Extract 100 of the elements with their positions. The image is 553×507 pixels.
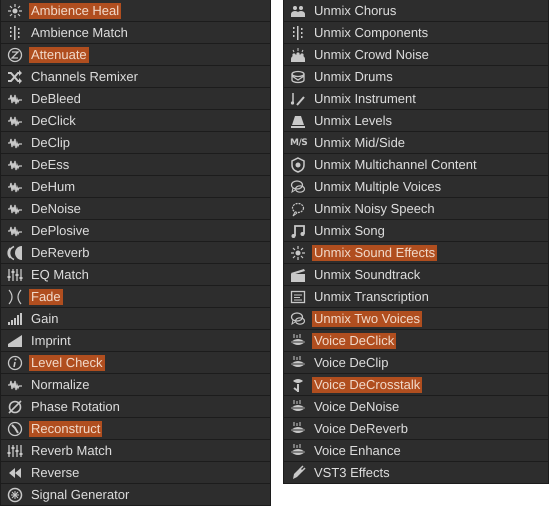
effect-row[interactable]: Unmix Multiple Voices [284,176,548,198]
effect-name: Unmix Multiple Voices [313,178,442,194]
effect-name: Unmix Multichannel Content [313,156,478,172]
effect-name: Unmix Transcription [313,288,430,304]
effect-row[interactable]: Ambience Heal [1,0,270,22]
effect-name: DeBleed [30,90,82,106]
effect-row[interactable]: Unmix Song [284,220,548,242]
speech-bubbles-icon [290,178,306,194]
effect-name: Unmix Drums [313,68,394,84]
effect-row[interactable]: Voice Enhance [284,440,548,462]
effect-row[interactable]: EQ Match [1,264,270,286]
effect-row[interactable]: Unmix Transcription [284,286,548,308]
effect-name: Voice DeReverb [313,420,409,436]
effect-row[interactable]: Reverse [1,462,270,484]
effect-row[interactable]: DeNoise [1,198,270,220]
effect-name: Ambience Match [30,24,129,40]
effect-row[interactable]: Unmix Two Voices [284,308,548,330]
effect-name: Channels Remixer [30,68,139,84]
effect-row[interactable]: Voice DeReverb [284,418,548,440]
effect-row[interactable]: Channels Remixer [1,66,270,88]
effect-row[interactable]: Voice DeClick [284,330,548,352]
empty-set-icon [7,398,23,414]
effect-name: Voice DeClick [312,332,396,348]
effect-row[interactable]: DeEss [1,154,270,176]
effect-row[interactable]: M/S Unmix Mid/Side [284,132,548,154]
effect-row[interactable]: Reconstruct [1,418,270,440]
effect-row[interactable]: Unmix Sound Effects [284,242,548,264]
effect-name: EQ Match [30,266,90,282]
effect-row[interactable]: DeReverb [1,242,270,264]
effect-row[interactable]: Unmix Drums [284,66,548,88]
effect-name: Unmix Chorus [313,2,398,18]
circle-icon [7,486,23,502]
effect-name: DeClip [30,134,72,150]
effect-name: Unmix Noisy Speech [313,200,436,216]
effect-row[interactable]: Unmix Levels [284,110,548,132]
effect-name: VST3 Effects [313,464,391,480]
effect-row[interactable]: Attenuate [1,44,270,66]
music-note-icon [290,222,306,238]
effect-row[interactable]: DeClick [1,110,270,132]
effect-row[interactable]: Imprint [1,330,270,352]
effect-name: Ambience Heal [29,2,122,18]
document-icon [290,288,306,304]
effect-row[interactable]: DeClip [1,132,270,154]
effect-row[interactable]: Unmix Crowd Noise [284,44,548,66]
speech-bubble-icon [290,200,306,216]
effect-name: Signal Generator [30,486,130,502]
ms-icon: M/S [290,138,306,148]
bars-icon [7,310,23,326]
effect-name: Voice DeClip [313,354,390,370]
effect-row[interactable]: Normalize [1,374,270,396]
effect-name: Attenuate [29,46,89,62]
effect-row[interactable]: Unmix Soundtrack [284,264,548,286]
effect-row[interactable]: DeHum [1,176,270,198]
effect-row[interactable]: DePlosive [1,220,270,242]
effect-row[interactable]: Signal Generator [1,484,270,506]
effect-row[interactable]: Ambience Match [1,22,270,44]
sparkle-icon [290,244,306,260]
effect-name: DePlosive [30,222,91,238]
effect-row[interactable]: Phase Rotation [1,396,270,418]
effect-row[interactable]: Unmix Instrument [284,88,548,110]
effect-row[interactable]: VST3 Effects [284,462,548,484]
effect-row[interactable]: Voice DeClip [284,352,548,374]
effect-name: Voice DeNoise [313,398,400,414]
effect-name: Unmix Sound Effects [312,244,438,260]
effect-row[interactable]: Voice DeCrosstalk [284,374,548,396]
effect-name: Reverb Match [30,442,113,458]
effect-name: Voice Enhance [313,442,402,458]
half-circle-icon [7,244,23,260]
equalizer-icon [7,266,23,282]
effect-row[interactable]: Gain [1,308,270,330]
crowd-icon [290,46,306,62]
effect-name: Phase Rotation [30,398,121,414]
effect-row[interactable]: Unmix Noisy Speech [284,198,548,220]
effect-name: Unmix Components [313,24,430,40]
cross-curves-icon [7,288,23,304]
effect-name: Fade [29,288,63,304]
info-icon [7,354,23,370]
effect-name: Imprint [30,332,72,348]
shuffle-icon [7,68,23,84]
effect-name: Unmix Two Voices [312,310,422,326]
effect-name: Normalize [30,376,91,392]
effect-row[interactable]: DeBleed [1,88,270,110]
speech-bubbles-icon [290,310,306,326]
effect-row[interactable]: Unmix Chorus [284,0,548,22]
effect-name: Unmix Soundtrack [313,266,422,282]
effect-name: Unmix Crowd Noise [313,46,430,62]
effect-row[interactable]: Unmix Components [284,22,548,44]
effect-name: Unmix Instrument [313,90,417,106]
effect-name: DeHum [30,178,76,194]
clapperboard-icon [290,266,306,282]
effect-row[interactable]: Level Check [1,352,270,374]
effect-row[interactable]: Voice DeNoise [284,396,548,418]
effect-row[interactable]: Reverb Match [1,440,270,462]
effect-row[interactable]: Fade [1,286,270,308]
effect-name: DeNoise [30,200,82,216]
ramp-icon [7,332,23,348]
effect-row[interactable]: Unmix Multichannel Content [284,154,548,176]
effect-name: Reconstruct [29,420,102,436]
drum-icon [290,68,306,84]
note-icon [290,90,306,106]
